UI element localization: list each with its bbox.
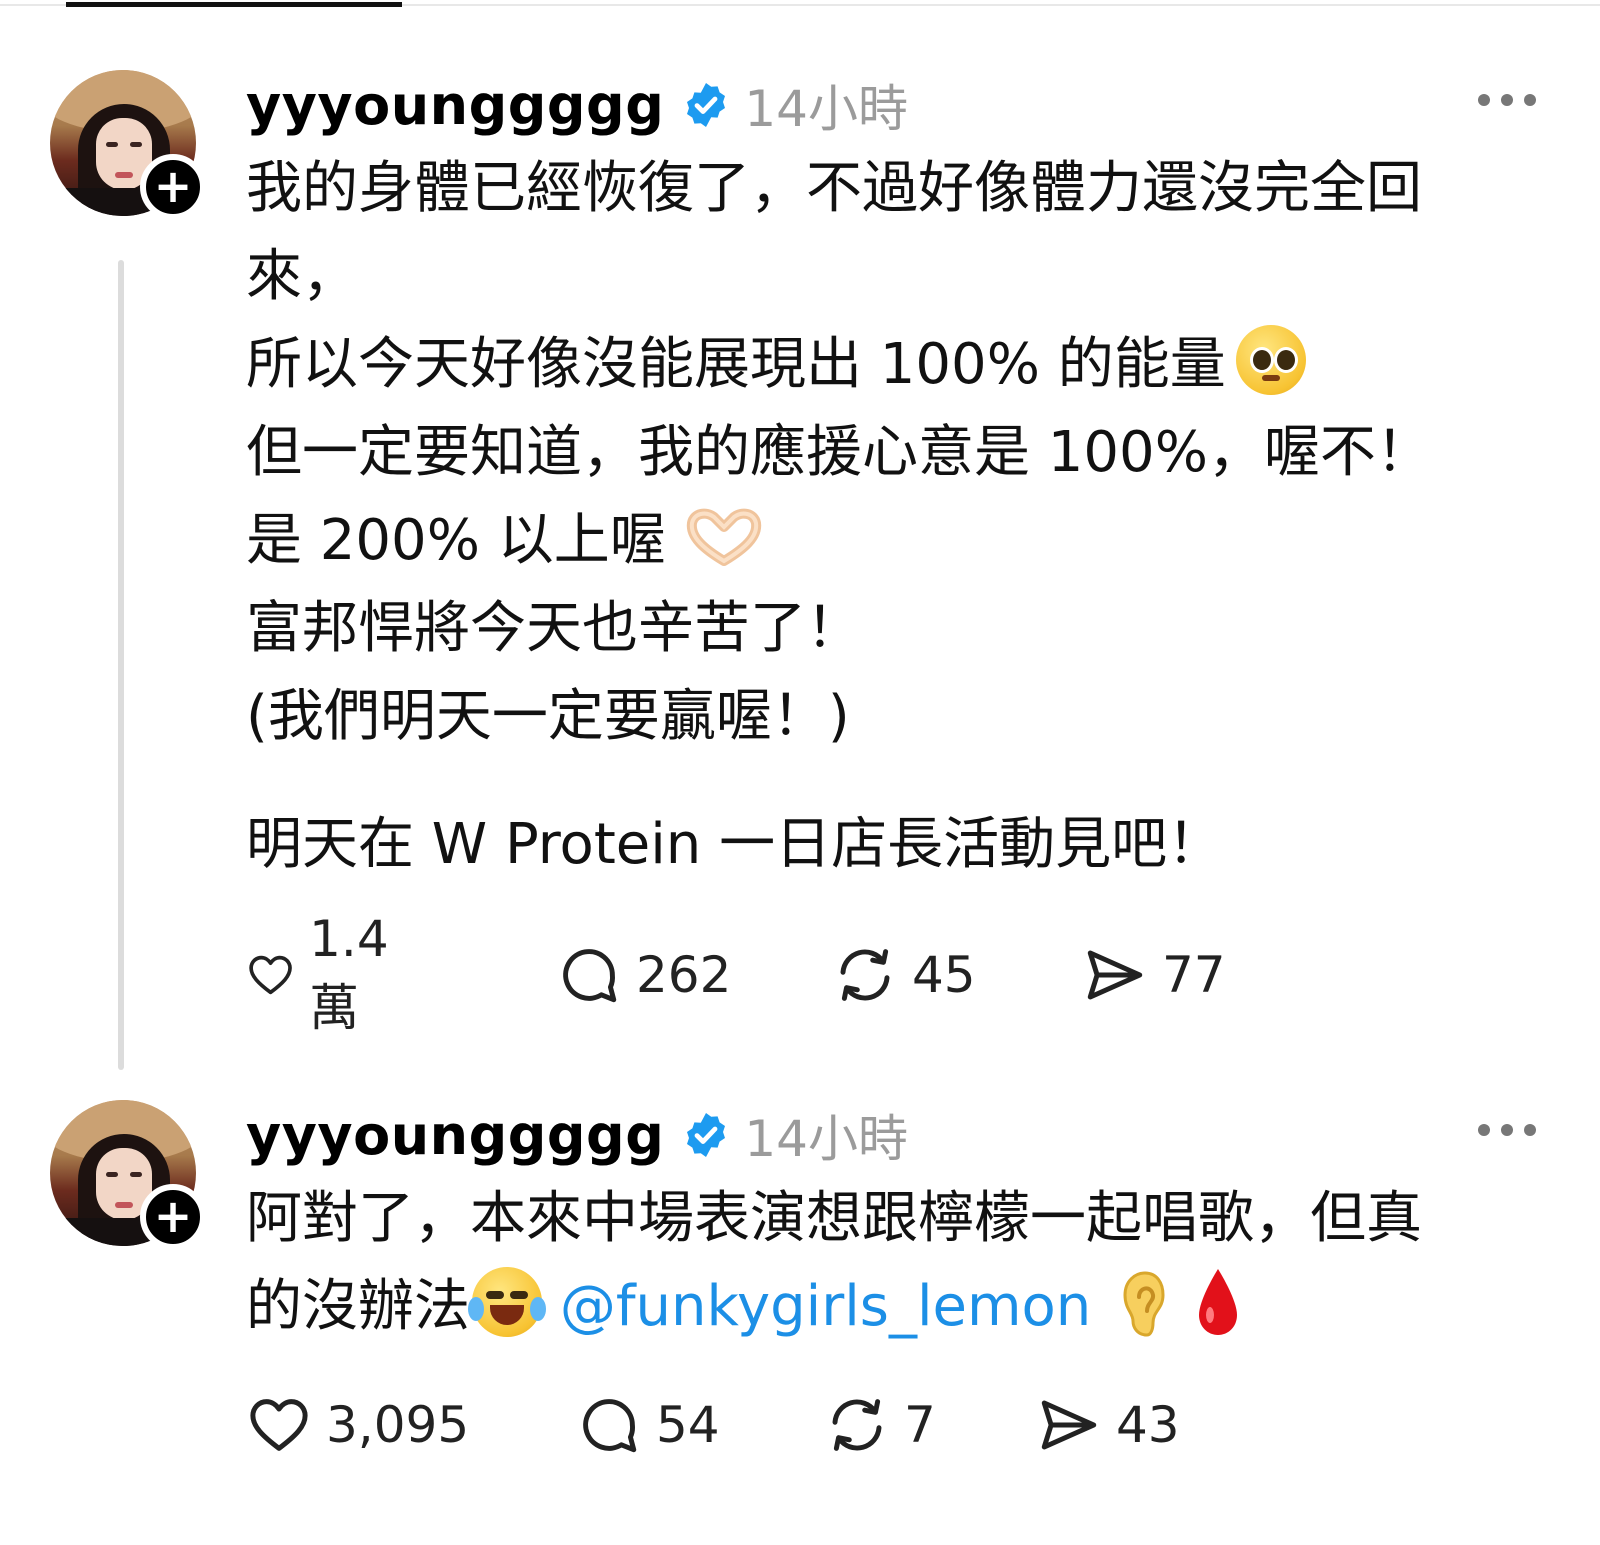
post-text-line: 是 200% 以上喔: [246, 497, 1556, 585]
repost-button[interactable]: 7: [824, 1390, 936, 1460]
post-text-line: 富邦悍將今天也辛苦了！: [246, 596, 862, 661]
active-tab-indicator: [66, 2, 402, 7]
share-button[interactable]: 77: [1082, 940, 1226, 1010]
heart-hands-emoji: [686, 508, 761, 566]
post-text-line: 的沒辦法 @funkygirls_lemon: [246, 1263, 1556, 1351]
tears-of-joy-emoji: [468, 1267, 546, 1337]
post-text-line: 阿對了，本來中場表演想跟檸檬一起唱歌，但真: [246, 1186, 1422, 1251]
post-text-line: 來，: [246, 244, 358, 309]
verified-badge-icon: [687, 83, 726, 127]
post-time: 14小時: [744, 80, 908, 138]
post-text-line: 但一定要知道，我的應援心意是 100%，喔不！: [246, 420, 1432, 485]
repost-count: 45: [912, 946, 976, 1004]
comment-button[interactable]: 262: [556, 940, 731, 1010]
share-icon: [1087, 950, 1143, 1000]
like-count: 3,095: [326, 1396, 470, 1454]
repost-icon: [840, 949, 890, 1001]
share-count: 43: [1116, 1396, 1180, 1454]
repost-button[interactable]: 45: [832, 940, 976, 1010]
thread-connector-line: [118, 260, 124, 1070]
post-body: 我的身體已經恢復了，不過好像體力還沒完全回 來， 所以今天好像沒能展現出 100…: [246, 145, 1556, 889]
share-button[interactable]: 43: [1036, 1390, 1180, 1460]
avatar[interactable]: +: [50, 1100, 206, 1250]
follow-plus-icon[interactable]: +: [140, 1184, 206, 1250]
follow-plus-icon[interactable]: +: [140, 154, 206, 220]
verified-badge-icon: [687, 1113, 726, 1157]
drop-of-blood-emoji: [1199, 1269, 1238, 1335]
pleading-face-emoji: [1235, 325, 1306, 395]
comment-icon: [583, 1399, 637, 1453]
comment-count: 54: [656, 1396, 720, 1454]
repost-icon: [832, 1399, 882, 1451]
more-icon[interactable]: [1478, 94, 1536, 114]
post-time: 14小時: [744, 1110, 908, 1168]
heart-icon: [249, 955, 292, 995]
post-header: yyyounggggg 14小時: [246, 1100, 908, 1170]
comment-button[interactable]: 54: [576, 1390, 720, 1460]
post-text-line: (我們明天一定要贏喔！): [246, 684, 850, 749]
like-button[interactable]: 1.4萬: [246, 910, 406, 1037]
comment-count: 262: [636, 946, 732, 1004]
mention-link[interactable]: @funkygirls_lemon: [560, 1274, 1091, 1339]
like-button[interactable]: 3,095: [246, 1390, 469, 1460]
avatar[interactable]: +: [50, 70, 206, 220]
username[interactable]: yyyounggggg: [246, 1104, 664, 1167]
more-icon[interactable]: [1478, 1124, 1536, 1144]
heart-icon: [250, 1399, 308, 1451]
repost-count: 7: [904, 1396, 936, 1454]
post-body: 阿對了，本來中場表演想跟檸檬一起唱歌，但真 的沒辦法 @funkygirls_l…: [246, 1175, 1556, 1351]
share-count: 77: [1162, 946, 1226, 1004]
post-header: yyyounggggg 14小時: [246, 70, 908, 140]
ear-emoji: [1123, 1271, 1165, 1337]
share-icon: [1041, 1400, 1097, 1450]
username[interactable]: yyyounggggg: [246, 74, 664, 137]
post-text-line: 明天在 W Protein 一日店長活動見吧！: [246, 812, 1224, 877]
post-text-line: 我的身體已經恢復了，不過好像體力還沒完全回: [246, 156, 1422, 221]
like-count: 1.4萬: [309, 910, 389, 1037]
comment-icon: [563, 949, 617, 1003]
post-text-line: 所以今天好像沒能展現出 100% 的能量: [246, 321, 1556, 409]
